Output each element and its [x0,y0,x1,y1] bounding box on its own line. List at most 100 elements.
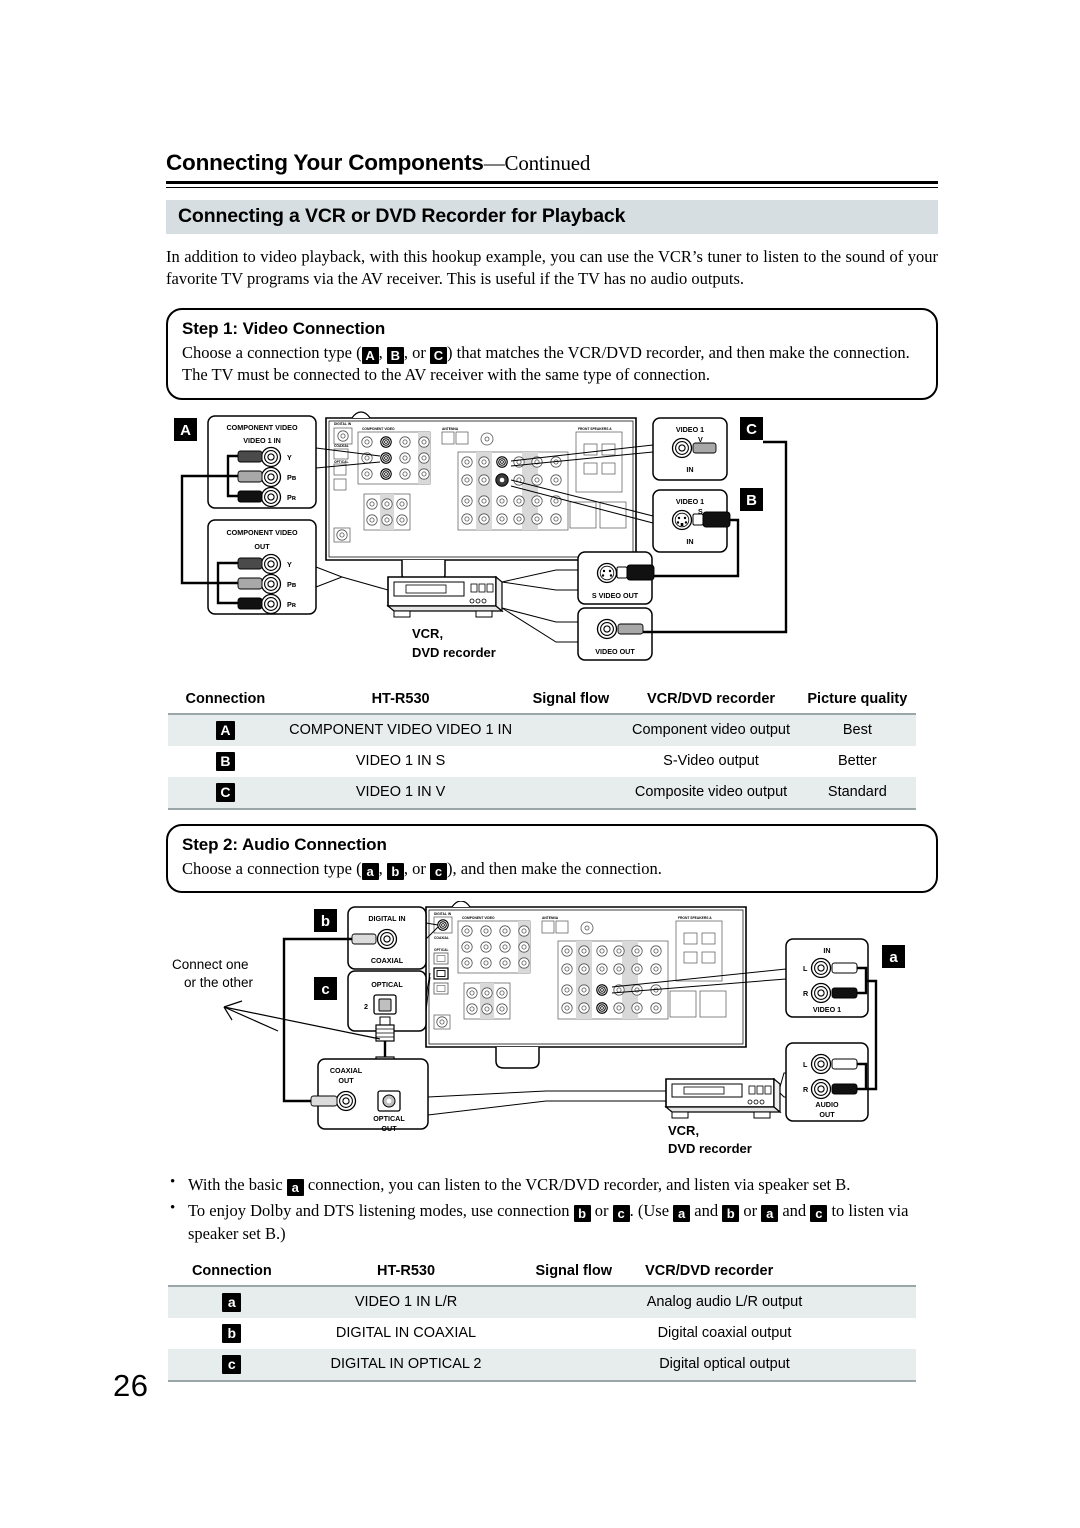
coaxial-optical-out-panel: COAXIAL OUT OPTICAL OUT [310,1058,429,1133]
video-th-connection: Connection [168,687,283,715]
svg-text:COAXIAL: COAXIAL [434,936,449,940]
step2-sep1: , [378,858,387,878]
video1-v-bottom-label: IN [686,465,693,474]
video-row1-recorder: S-Video output [663,753,759,770]
component-out-jack-pr: Pʀ [287,600,297,609]
table-row: a VIDEO 1 IN L/R Analog audio L/R output [168,1285,916,1318]
digital-in-top-label: DIGITAL IN [368,914,405,923]
step1-sep1: , [378,342,387,362]
step2-text: Choose a connection type (a, b, or c), a… [182,858,922,881]
receiver-front-speakers-label: FRONT SPEAKERS A [578,427,612,431]
video-th-receiver: HT-R530 [282,687,519,715]
page-number: 26 [113,1368,149,1403]
component-in-jack-pb: Pʙ [287,473,297,482]
coaxial-out-line1: COAXIAL [330,1066,363,1075]
table-row: c DIGITAL IN OPTICAL 2 Digital optical o… [168,1348,916,1382]
cell-badge-b-lower: b [222,1323,242,1343]
note2-text-a: To enjoy Dolby and DTS listening modes, … [188,1200,574,1220]
step2-title: Step 2: Audio Connection [182,834,387,854]
optical-number-label: 2 [364,1002,368,1011]
badge-b-lowercase: b [386,862,404,880]
step1-box: Step 1: Video Connection Choose a connec… [166,307,938,400]
video-row0-recorder: Component video output [623,713,799,746]
audio-badge-a-text: a [889,949,898,966]
badge-c-uppercase: C [430,346,447,364]
video-row1-flow [518,746,623,777]
audio-th-recorder: VCR/DVD recorder [631,1259,818,1287]
component-out-jack-pb: Pʙ [287,580,297,589]
note2-badge-a2: a [761,1204,779,1222]
note2-mid1: or [590,1200,613,1220]
video-badge-a: A [174,417,197,441]
audio-badge-c: c [314,977,337,1001]
s-video-out-label: S VIDEO OUT [592,591,639,600]
step1-title: Step 1: Video Connection [182,318,386,338]
running-head: Connecting Your Components—Continued [166,150,938,179]
component-in-jack-y: Y [287,453,292,462]
audio-vcr-label-line2: DVD recorder [668,1141,752,1156]
audio-connection-table: Connection HT-R530 Signal flow VCR/DVD r… [168,1259,916,1382]
cell-badge-a-lower: a [222,1292,242,1312]
video-row0-receiver: COMPONENT VIDEO VIDEO 1 IN [282,713,519,746]
audio-th-connection: Connection [168,1259,296,1287]
cell-badge-c: C [215,782,235,802]
running-head-title: Connecting Your Components [166,150,484,175]
table-row: C VIDEO 1 IN V Composite video output St… [168,776,916,810]
cell-badge-c-lower: c [222,1354,242,1374]
video-connection-diagram: DIGITAL IN COAXIAL OPTICAL COMPONENT VID… [166,410,938,678]
video1-in-right-label: R [803,989,809,998]
video1-v-top-label: VIDEO 1 [676,425,704,434]
audio-th-receiver: HT-R530 [295,1259,517,1287]
video-row1-receiver: VIDEO 1 IN S [355,753,446,770]
video-table-header-row: Connection HT-R530 Signal flow VCR/DVD r… [168,687,916,715]
badge-c-lowercase: c [430,862,447,880]
manual-page: Connecting Your Components—Continued Con… [0,0,1080,1528]
audio-row0-receiver: VIDEO 1 IN L/R [295,1285,517,1318]
component-video-in-panel: COMPONENT VIDEO VIDEO 1 IN Y Pʙ Pʀ [207,414,317,509]
video-row2-receiver: VIDEO 1 IN V [282,776,519,810]
audio-vcr-device [664,1078,782,1119]
audio-badge-c-text: c [321,981,329,998]
vcr-device [386,575,504,618]
section-title-band: Connecting a VCR or DVD Recorder for Pla… [166,199,938,234]
badge-a-uppercase: A [361,346,379,364]
video1-s-top-label: VIDEO 1 [676,497,704,506]
component-out-jack-y: Y [287,560,292,569]
step1-text: Choose a connection type (A, B, or C) th… [182,342,922,387]
note1-text-b: connection, you can listen to the VCR/DV… [303,1175,851,1195]
audio-th-blank [817,1259,916,1287]
audio-receiver-rear-panel: DIGITAL IN COAXIAL OPTICAL COMPONENT VID… [425,901,747,1070]
video-connection-table: Connection HT-R530 Signal flow VCR/DVD r… [168,687,916,810]
video-row0-quality: Best [798,713,916,746]
table-row: A COMPONENT VIDEO VIDEO 1 IN Component v… [168,713,916,746]
video-badge-c: C [740,416,763,440]
video-out-label: VIDEO OUT [595,647,635,656]
header-rule-thick [166,181,938,184]
connect-note-line2: or the other [184,975,254,990]
intro-paragraph: In addition to video playback, with this… [166,246,938,289]
step2-text-a: Choose a connection type ( [182,858,362,878]
audio-row0-recorder: Analog audio L/R output [631,1285,818,1318]
section-title: Connecting a VCR or DVD Recorder for Pla… [178,205,626,227]
component-video-in-sub: VIDEO 1 IN [243,436,281,445]
notes-list: With the basic a connection, you can lis… [166,1172,938,1246]
cell-badge-b: B [215,751,235,771]
video-th-quality: Picture quality [798,687,916,715]
video1-s-panel: VIDEO 1 S IN [652,488,731,553]
optical-top-label: OPTICAL [371,980,403,989]
audio-row0-connection: a [168,1285,296,1318]
step1-sep2: , or [403,342,430,362]
audio-out-line2: OUT [819,1110,835,1119]
audio-row0-blank [817,1285,916,1318]
svg-text:DIGITAL IN: DIGITAL IN [434,912,452,916]
audio-row2-recorder: Digital optical output [631,1348,818,1382]
optical-out-line1: OPTICAL [373,1114,405,1123]
receiver-component-video-label: COMPONENT VIDEO [362,427,395,431]
audio-row1-flow [516,1318,631,1349]
receiver-antenna-label: ANTENNA [442,427,459,431]
connect-note-line1: Connect one [172,957,249,972]
note-item-2: To enjoy Dolby and DTS listening modes, … [166,1198,938,1246]
video-badge-a-text: A [180,422,191,439]
note2-badge-b2: b [722,1204,740,1222]
svg-text:ANTENNA: ANTENNA [542,916,559,920]
